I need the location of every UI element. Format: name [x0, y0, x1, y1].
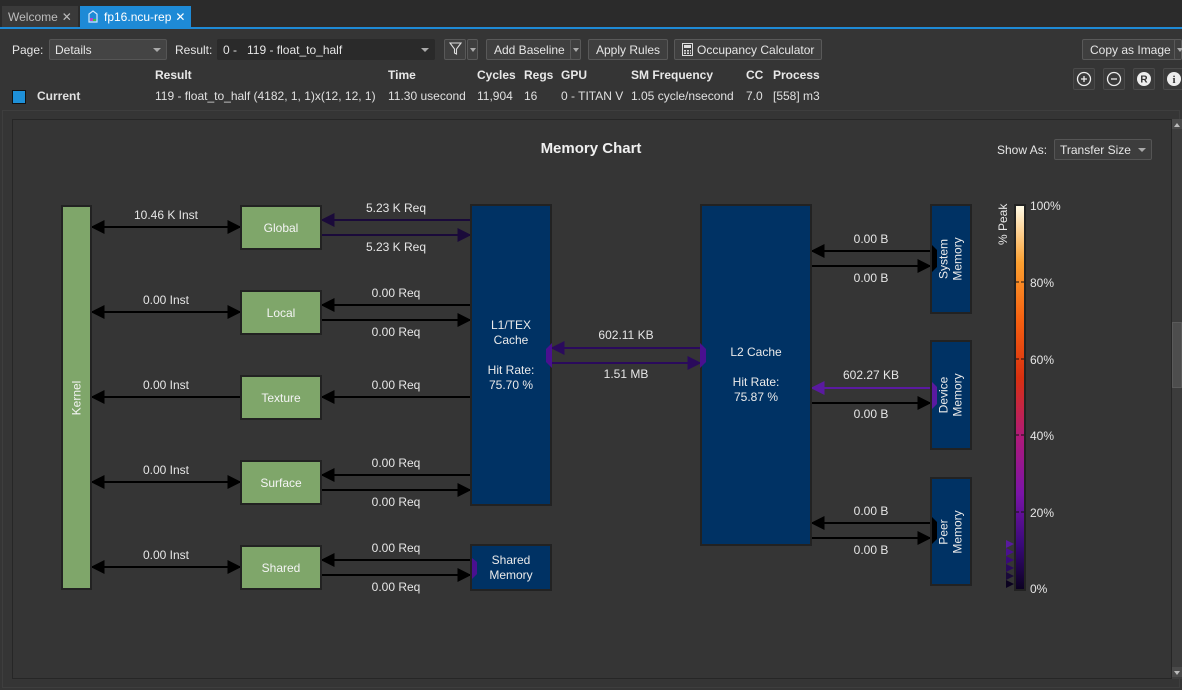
colorbar-title: % Peak: [996, 203, 1010, 245]
peak-colorbar: [1006, 204, 1026, 591]
colorbar-value-markers: [1006, 540, 1014, 588]
colorbar-tick-0: 0%: [1030, 582, 1048, 596]
colorbar-tick-20: 20%: [1030, 506, 1055, 520]
colorbar-tick-40: 40%: [1030, 429, 1055, 443]
colorbar-tick-80: 80%: [1030, 276, 1055, 290]
colorbar-tick-100: 100%: [1030, 199, 1061, 213]
colorbar-tick-60: 60%: [1030, 353, 1055, 367]
colorbar-gradient: [1014, 204, 1026, 591]
